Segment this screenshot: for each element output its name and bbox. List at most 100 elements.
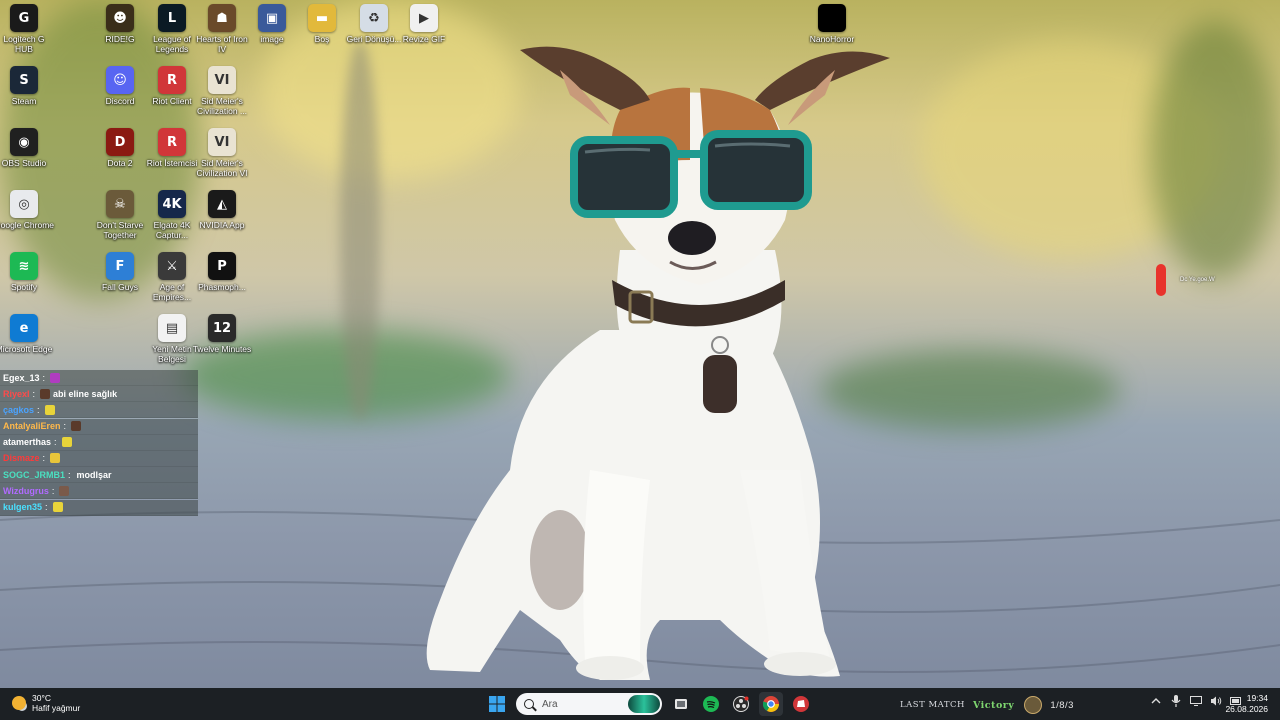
weather-widget[interactable]: 30°C Hafif yağmur: [12, 693, 80, 713]
clock[interactable]: 19:34 26.08.2026: [1225, 693, 1268, 715]
chat-separator: :: [63, 421, 67, 432]
desktop-icon-label: Fall Guys: [102, 282, 138, 292]
clock-time: 19:34: [1246, 693, 1268, 703]
last-match-result: Victory: [972, 699, 1015, 711]
chat-separator: :: [68, 469, 71, 480]
taskbar-spotify[interactable]: [699, 692, 723, 716]
desktop-icon[interactable]: ◎ Google Chrome: [0, 190, 54, 230]
chat-message: Riyexl: abi eline sağlık: [0, 386, 198, 403]
desktop-icon[interactable]: S Steam: [0, 66, 54, 106]
desktop-icon[interactable]: ▬ Boş: [292, 4, 352, 44]
windows-logo-icon: [489, 696, 505, 712]
display-icon[interactable]: [1189, 694, 1203, 708]
desktop-icon-label: NanoHorror: [809, 34, 855, 44]
taskbar-center: Ara: [482, 692, 816, 716]
chat-message: çagkos:: [0, 402, 198, 419]
desktop-icon[interactable]: ☺ Discord: [90, 66, 150, 106]
desktop-icon-label: Discord: [105, 96, 135, 106]
floating-widget[interactable]: Dc Ye.goe.W: [1156, 264, 1215, 296]
logitech-g-icon: G: [10, 4, 38, 32]
chat-message: Dismaze:: [0, 450, 198, 467]
search-highlight-icon: [628, 695, 660, 713]
desktop-icon[interactable]: ◉ OBS Studio: [0, 128, 54, 168]
civ-icon: VI: [208, 128, 236, 156]
desktop-icon[interactable]: D Dota 2: [90, 128, 150, 168]
desktop-icon-label: Phasmoph...: [198, 282, 246, 292]
text-file-icon: ▤: [158, 314, 186, 342]
microphone-icon[interactable]: [1169, 694, 1183, 708]
desktop-icon[interactable]: F Fall Guys: [90, 252, 150, 292]
last-match-widget[interactable]: LAST MATCH Victory 1/8/3: [900, 696, 1074, 714]
task-view-button[interactable]: [669, 692, 693, 716]
emote-icon: [61, 437, 72, 448]
desktop-icon[interactable]: G Logitech G HUB: [0, 4, 54, 54]
desktop-icon-label: NVIDIA App: [199, 220, 245, 230]
obs-icon: ◉: [10, 128, 38, 156]
last-match-kda: 1/8/3: [1050, 699, 1074, 711]
emote-icon: [50, 372, 61, 383]
spotify-icon: [703, 696, 719, 712]
desktop-icon[interactable]: VI Sid Meier's Civilization VI: [192, 128, 252, 178]
chevron-up-icon[interactable]: [1149, 694, 1163, 708]
dont-starve-icon: ☠: [106, 190, 134, 218]
stream-chat-overlay: Egex_13: Riyexl: abi eline sağlık çagkos: A…: [0, 370, 198, 516]
desktop-icon-label: Sid Meier's Civilization VI: [196, 158, 248, 178]
taskbar-riot[interactable]: [789, 692, 813, 716]
desktop-icon-label: Google Chrome: [0, 220, 55, 230]
desktop-icon-label: Revize GIF: [402, 34, 446, 44]
desktop-icon[interactable]: ≋ Spotify: [0, 252, 54, 292]
desktop-icon[interactable]: 12 Twelve Minutes: [192, 314, 252, 354]
desktop-icon-label: Dota 2: [107, 158, 133, 168]
nvidia-icon: ◭: [208, 190, 236, 218]
desktop-icon-label: Logitech G HUB: [3, 34, 45, 54]
start-button[interactable]: [485, 692, 509, 716]
chat-username: atamerthas: [3, 437, 52, 448]
taskbar-search-box[interactable]: Ara: [516, 693, 662, 715]
desktop-icon[interactable]: NanoHorror: [802, 4, 862, 44]
taskbar-obs[interactable]: [729, 692, 753, 716]
chat-separator: :: [32, 388, 36, 399]
taskbar-chrome[interactable]: [759, 692, 783, 716]
desktop-icon[interactable]: e Microsoft Edge: [0, 314, 54, 354]
chat-message: Wizdugrus:: [0, 483, 198, 500]
elgato-icon: 4K: [158, 190, 186, 218]
chat-text: abi eline sağlık: [53, 388, 118, 399]
spotify-icon: ≋: [10, 252, 38, 280]
recycle-bin-icon: ♻: [360, 4, 388, 32]
folder-icon: ▬: [308, 4, 336, 32]
desktop-icon[interactable]: ☠ Don't Starve Together: [90, 190, 150, 240]
chat-message: Egex_13:: [0, 370, 198, 386]
chat-separator: :: [42, 453, 46, 464]
discord-icon: ☺: [106, 66, 134, 94]
phasmophobia-icon: P: [208, 252, 236, 280]
chat-username: kulgen35: [3, 502, 43, 512]
steam-icon: S: [10, 66, 38, 94]
chat-username: Wizdugrus: [3, 485, 49, 496]
desktop-icon[interactable]: ◭ NVIDIA App: [192, 190, 252, 230]
last-match-label: LAST MATCH: [900, 700, 965, 710]
volume-icon[interactable]: [1209, 694, 1223, 708]
chat-username: çagkos: [3, 404, 35, 415]
riot-icon: [793, 696, 809, 712]
chrome-icon: [763, 696, 779, 712]
desktop-icon-label: RIDE!G: [105, 34, 135, 44]
chat-separator: :: [45, 502, 48, 512]
chat-username: AntalyaliEren: [3, 421, 61, 432]
chat-message: kulgen35:: [0, 499, 198, 516]
chat-username: Dismaze: [3, 453, 40, 464]
aoe-icon: ⚔: [158, 252, 186, 280]
widget-label: Dc Ye.goe.W: [1180, 277, 1215, 283]
desktop-icon[interactable]: ▶ Revize GIF: [394, 4, 454, 44]
desktop-icon[interactable]: ☻ RIDE!G: [90, 4, 150, 44]
widget-handle-icon[interactable]: [1156, 264, 1166, 296]
emote-icon: [44, 404, 55, 415]
desktop-icon[interactable]: VI Sid Meier's Civilization ...: [192, 66, 252, 116]
civ-icon: VI: [208, 66, 236, 94]
desktop-icon[interactable]: P Phasmoph...: [192, 252, 252, 292]
ride-icon: ☻: [106, 4, 134, 32]
emote-icon: [71, 421, 82, 432]
clock-date: 26.08.2026: [1225, 704, 1268, 714]
gif-file-icon: ▶: [410, 4, 438, 32]
emote-icon: [59, 485, 70, 496]
chat-username: Riyexl: [3, 388, 30, 399]
